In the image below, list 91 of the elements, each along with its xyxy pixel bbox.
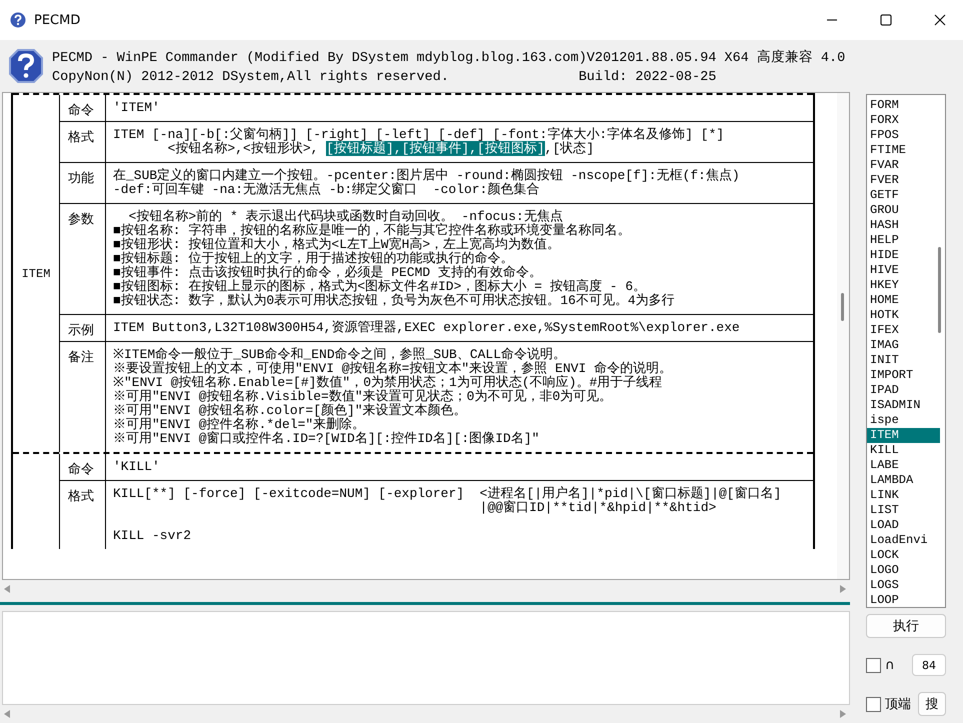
- field-label: 格式: [68, 489, 94, 504]
- command-list-item[interactable]: LOGS: [867, 578, 940, 593]
- doc-text: ■按钮图标: 在按钮上显示的图标，格式为<图标文件名#ID>，图标大小 = 按钮高度 - 6。: [113, 279, 646, 294]
- field-label: 参数: [68, 212, 94, 227]
- doc-text: ITEM [-na][-b[:父窗句柄]] [-right] [-left] [-def] [-font:字体大小:字体名及修饰] [*]: [113, 127, 724, 142]
- scroll-right-icon[interactable]: [840, 585, 846, 593]
- checkbox[interactable]: [866, 696, 881, 712]
- header-text: CopyNon(N) 2012-2012 DSystem,All rights reserved. Build: 2022-08-25: [52, 70, 718, 84]
- doc-text: 'ITEM': [113, 100, 160, 115]
- help-icon: [8, 48, 44, 84]
- command-list-item[interactable]: LOAD: [867, 518, 940, 533]
- scroll-right-icon[interactable]: [840, 710, 846, 718]
- doc-text: ,[状态]: [544, 141, 594, 156]
- command-list-item[interactable]: LOOP: [867, 593, 940, 608]
- number-field[interactable]: 84: [912, 654, 946, 676]
- doc-text: ※ITEM命令一般位于_SUB命令和_END命令之间，参照_SUB、CALL命令说明。: [113, 347, 566, 362]
- doc-text: ※可用"ENVI @按钮名称.Visible=数值"来设置可见状态；0为不可见，非0为可见。: [113, 389, 612, 404]
- command-list-item[interactable]: HOME: [867, 293, 940, 308]
- command-list-item[interactable]: FPOS: [867, 128, 940, 143]
- command-list-item[interactable]: GETF: [867, 188, 940, 203]
- doc-text: ※可用"ENVI @控件名称.*del="来删除。: [113, 417, 366, 432]
- doc-text: <按钮名称>,<按钮形状>,: [166, 141, 320, 156]
- command-list-item[interactable]: IMAG: [867, 338, 940, 353]
- command-list-item[interactable]: FORX: [867, 113, 940, 128]
- command-list-item[interactable]: ispe: [867, 413, 940, 428]
- header-text: PECMD - WinPE Commander (Modified By DSystem mdyblog.blog.163.com)V201201.88.05.94 X64 高度兼容 4.0: [52, 48, 846, 66]
- command-list-item[interactable]: HKEY: [867, 278, 940, 293]
- command-list-item[interactable]: FTIME: [867, 143, 940, 158]
- command-list-item[interactable]: HASH: [867, 218, 940, 233]
- command-list-item[interactable]: HIDE: [867, 248, 940, 263]
- doc-text: ※"ENVI @按钮名称.Enable=[#]数值"，0为禁用状态；1为可用状态(不响应)。#用于子线程: [113, 375, 662, 390]
- doc-text: |@@窗口ID|**tid|*&hpid|**&htid>: [478, 500, 716, 515]
- command-list-item[interactable]: FVER: [867, 173, 940, 188]
- field-label: 示例: [68, 323, 94, 338]
- doc-text: KILL[**] [-force] [-exitcode=NUM] [-explorer] <进程名[|用户名]|*pid|\[窗口标题]|@[窗口名]: [113, 486, 782, 501]
- command-list-item[interactable]: IPAD: [867, 383, 940, 398]
- doc-text: -def:可回车键 -na:无激活无焦点 -b:绑定父窗口 -color:颜色集合: [113, 182, 540, 197]
- command-list-item[interactable]: IMPORT: [867, 368, 940, 383]
- command-list-item[interactable]: LINK: [867, 488, 940, 503]
- doc-text: ■按钮事件: 点击该按钮时执行的命令，必须是 PECMD 支持的有效命令。: [113, 265, 542, 280]
- command-list-item[interactable]: LOGO: [867, 563, 940, 578]
- checkbox-label: 顶端: [885, 696, 911, 713]
- doc-text: <按钮名称>前的 * 表示退出代码块或函数时自动回收。 -nfocus:无焦点: [128, 209, 563, 224]
- command-list-item[interactable]: ITEM: [867, 428, 940, 443]
- command-list-item[interactable]: LIST: [867, 503, 940, 518]
- doc-text: KILL -svr2: [113, 528, 192, 543]
- doc-text: ※可用"ENVI @窗口或控件名.ID=?[WID名][:控件ID名][:图像ID名]": [113, 431, 540, 446]
- doc-text: ■按钮形状: 按钮位置和大小，格式为<L左T上W宽H高>，左上宽高均为数值。: [113, 237, 560, 252]
- search-button[interactable]: 搜: [918, 692, 946, 716]
- doc-text: 'KILL': [113, 459, 160, 474]
- command-list[interactable]: FORM FORX FPOS FTIME FVAR FVER GETF GROU HASH HELP HIDE HIVE HKEY HOME HOTK IFEX IMAG INIT IMPORT IPAD ISADMIN ispe ITEM KILL LABE LAMBDA LINK LIST LOAD LoadEnvi LOCK LOGO LOGS LOOP: [866, 94, 946, 608]
- doc-text: ITEM Button3,L32T108W300H54,资源管理器,EXEC explorer.exe,%SystemRoot%\explorer.exe: [113, 320, 740, 335]
- output-area[interactable]: [2, 611, 850, 705]
- checkbox[interactable]: [866, 658, 881, 672]
- help-icon: [10, 12, 26, 28]
- command-list-item[interactable]: GROU: [867, 203, 940, 218]
- command-list-item[interactable]: HELP: [867, 233, 940, 248]
- checkbox-label: ∩: [885, 658, 895, 672]
- window-title: PECMD: [34, 12, 80, 28]
- command-list-item[interactable]: HIVE: [867, 263, 940, 278]
- maximize-icon[interactable]: [880, 14, 892, 26]
- command-list-item[interactable]: FVAR: [867, 158, 940, 173]
- command-list-item[interactable]: LAMBDA: [867, 473, 940, 488]
- run-button[interactable]: 执行: [866, 614, 946, 638]
- command-name: ITEM: [22, 266, 50, 280]
- command-list-item[interactable]: ISADMIN: [867, 398, 940, 413]
- scroll-left-icon[interactable]: [4, 710, 10, 718]
- doc-text: 在_SUB定义的窗口内建立一个按钮。-pcenter:图片居中 -round:椭圆按钮 -nscope[f]:无框(f:焦点): [113, 168, 740, 183]
- highlighted-text: [按钮标题],[按钮事件],[按钮图标]: [326, 141, 545, 156]
- doc-text: ■按钮名称: 字符串，按钮的名称应是唯一的，不能与其它控件名称或环境变量名称同名。: [113, 223, 630, 238]
- doc-text: ■按钮标题: 位于按钮上的文字，用于描述按钮的功能或执行的命令。: [113, 251, 514, 266]
- doc-text: ※要设置按钮上的文本，可使用"ENVI @按钮名称=按钮文本"来设置，参照 ENVI 命令的说明。: [113, 361, 672, 376]
- doc-text: ■按钮状态: 数字，默认为0表示可用状态按钮，负号为灰色不可用状态按钮。16不可见。4为多行: [113, 293, 675, 308]
- field-label: 命令: [68, 103, 94, 118]
- command-list-item[interactable]: FORM: [867, 98, 940, 113]
- field-label: 格式: [68, 130, 94, 145]
- field-label: 备注: [68, 350, 94, 365]
- field-label: 功能: [68, 171, 94, 186]
- field-label: 命令: [68, 462, 94, 477]
- command-list-item[interactable]: INIT: [867, 353, 940, 368]
- scrollbar-thumb[interactable]: [938, 247, 941, 333]
- command-list-item[interactable]: LoadEnvi: [867, 533, 940, 548]
- scroll-left-icon[interactable]: [4, 585, 10, 593]
- command-list-item[interactable]: IFEX: [867, 323, 940, 338]
- command-list-item[interactable]: KILL: [867, 443, 940, 458]
- vertical-scrollbar[interactable]: [837, 93, 849, 579]
- command-list-item[interactable]: LABE: [867, 458, 940, 473]
- command-list-item[interactable]: HOTK: [867, 308, 940, 323]
- close-icon[interactable]: [934, 14, 946, 26]
- doc-text: ※可用"ENVI @按钮名称.color=[颜色]"来设置文本颜色。: [113, 403, 467, 418]
- command-list-item[interactable]: LOCK: [867, 548, 940, 563]
